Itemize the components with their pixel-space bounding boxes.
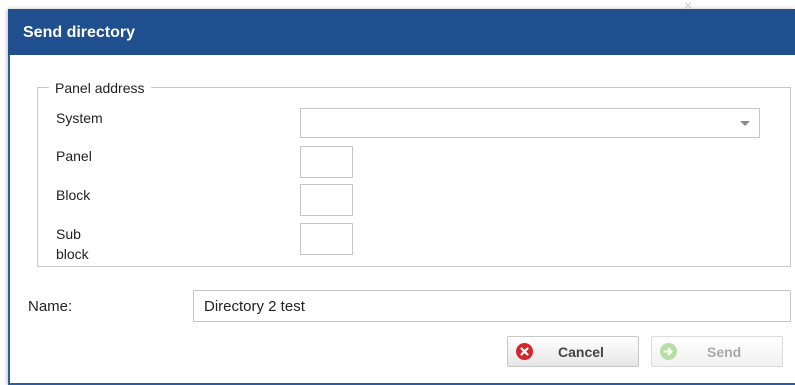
- page: × Send directory Panel address System Pa…: [0, 0, 795, 385]
- send-directory-dialog: Send directory Panel address System Pane…: [8, 9, 795, 385]
- dialog-titlebar: Send directory: [8, 9, 795, 55]
- sub-block-label-line1: Sub: [56, 226, 81, 242]
- system-label: System: [56, 110, 103, 126]
- close-circle-icon: [516, 343, 533, 360]
- sub-block-input[interactable]: [300, 223, 353, 255]
- send-button[interactable]: Send: [651, 336, 783, 367]
- system-select[interactable]: [300, 108, 760, 138]
- send-button-label: Send: [707, 344, 742, 360]
- name-label: Name:: [28, 298, 73, 315]
- name-input[interactable]: [193, 290, 791, 322]
- dialog-title: Send directory: [23, 24, 136, 41]
- dialog-left-border: [8, 55, 10, 385]
- panel-label: Panel: [56, 148, 92, 164]
- sub-block-label-line2: block: [56, 246, 89, 262]
- chevron-down-icon[interactable]: [740, 121, 750, 126]
- panel-input[interactable]: [300, 146, 353, 178]
- block-label: Block: [56, 187, 91, 203]
- block-input[interactable]: [300, 184, 353, 216]
- cancel-button-label: Cancel: [558, 344, 604, 360]
- cancel-button[interactable]: Cancel: [507, 336, 639, 367]
- panel-address-legend: Panel address: [49, 80, 151, 96]
- arrow-right-circle-icon: [660, 343, 677, 360]
